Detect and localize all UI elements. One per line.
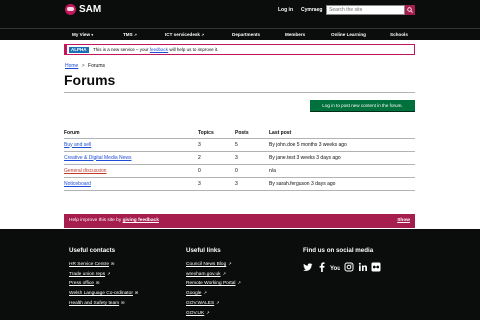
external-link-icon: ↗ (237, 280, 241, 286)
facebook-icon[interactable] (317, 262, 327, 272)
footer-contacts-title: Useful contacts (69, 247, 116, 254)
alpha-feedback-link[interactable]: feedback (150, 47, 168, 52)
table-row: Noticeboard 3 3 By sarah.ferguson 3 days… (64, 177, 415, 191)
table-row: General discussion 0 0 n/a (64, 164, 415, 178)
footer-links: Useful links Council News Blog ↗ wrexham.… (186, 247, 241, 318)
youtube-icon[interactable]: You (330, 262, 340, 272)
external-link-icon: ↗ (228, 261, 232, 266)
forum-link-noticeboard[interactable]: Noticeboard (64, 181, 91, 187)
col-last-post: Last post (269, 128, 415, 139)
alpha-tag: ALPHA (69, 47, 89, 53)
nav-item-ict-servicedesk[interactable]: ICT servicedesk ↗ (165, 32, 204, 37)
footer-link-google[interactable]: Google ↗ (186, 289, 241, 299)
breadcrumb: Home > Forums (65, 63, 105, 69)
topics-count: 3 (198, 177, 235, 191)
alpha-banner: ALPHA This is a new service – your feedb… (64, 44, 415, 55)
main-nav: My View ▾ TMS ↗ ICT servicedesk ↗ Depart… (0, 28, 480, 40)
nav-item-schools[interactable]: Schools (390, 32, 408, 37)
login-to-post-button[interactable]: Log in to post new content in the forum. (310, 100, 415, 111)
search-button[interactable] (405, 5, 415, 15)
topics-count: 0 (198, 164, 235, 178)
col-posts: Posts (235, 128, 269, 139)
nav-item-members[interactable]: Members (285, 32, 305, 37)
footer-link-wrexham[interactable]: wrexham.gov.uk ↗ (186, 270, 241, 280)
feedback-bar: Help improve this site by giving feedbac… (64, 214, 415, 228)
last-post: By jane.test 3 weeks 3 days ago (269, 151, 415, 165)
forum-table: Forum Topics Posts Last post Buy and sel… (64, 128, 415, 191)
flickr-icon[interactable] (371, 262, 381, 272)
footer-social-title: Find us on social media (303, 247, 374, 254)
forum-link-buy-and-sell[interactable]: Buy and sell (64, 142, 91, 148)
footer-link-welsh[interactable]: Welsh Language Co-ordinator ✉ (69, 289, 138, 299)
footer-links-title: Useful links (186, 247, 221, 254)
external-link-icon: ✉ (111, 261, 115, 266)
page-title: Forums (64, 72, 116, 88)
search-icon (407, 7, 413, 13)
email-icon: ✉ (134, 290, 139, 296)
footer: Useful contacts HR Service Centre ✉ Trade… (0, 229, 480, 320)
posts-count: 3 (235, 177, 269, 191)
login-link[interactable]: Log in (278, 7, 293, 13)
footer-link-health[interactable]: Health and Safety team ✉ (69, 299, 138, 309)
topics-count: 3 (198, 138, 235, 152)
footer-link-press[interactable]: Press office ✉ (69, 279, 138, 289)
site-logo-text[interactable]: SAM (79, 4, 101, 15)
email-icon: ✉ (95, 280, 100, 286)
external-link-icon: ↗ (222, 270, 226, 276)
email-icon: ✉ (121, 299, 125, 305)
cymraeg-link[interactable]: Cymraeg (301, 7, 322, 13)
linkedin-icon[interactable] (358, 262, 368, 272)
instagram-icon[interactable] (344, 262, 354, 272)
sam-logo-icon[interactable] (65, 4, 76, 15)
last-post: By john.doe 5 months 3 weeks ago (269, 138, 415, 152)
forum-link-creative-digital-media[interactable]: Creative & Digital Media News (64, 155, 132, 161)
footer-link-blog[interactable]: Council News Blog ↗ (186, 260, 241, 270)
svg-text:You: You (330, 266, 340, 272)
topics-count: 2 (198, 151, 235, 165)
breadcrumb-current: Forums (88, 63, 105, 69)
external-link-icon: ↗ (203, 290, 207, 296)
breadcrumb-home[interactable]: Home (65, 63, 78, 69)
external-link-icon: ↗ (107, 270, 111, 276)
nav-item-online-learning[interactable]: Online Learning (331, 32, 366, 37)
footer-link-hr[interactable]: HR Service Centre ✉ (69, 260, 138, 270)
nav-item-my-view[interactable]: My View ▾ (72, 32, 93, 37)
footer-contacts: Useful contacts HR Service Centre ✉ Trade… (69, 247, 138, 309)
table-row: Creative & Digital Media News 2 3 By jan… (64, 151, 415, 165)
top-header: SAM Log in Cymraeg (0, 0, 480, 28)
giving-feedback-link[interactable]: giving feedback (123, 218, 159, 223)
footer-link-gov-wales[interactable]: GOV.WALES ↗ (186, 299, 241, 309)
posts-count: 0 (235, 164, 269, 178)
footer-link-gov-uk[interactable]: GOV.UK ↗ (186, 309, 241, 319)
title-divider (64, 92, 415, 93)
nav-item-tms[interactable]: TMS ↗ (123, 32, 137, 37)
feedback-show-link[interactable]: Show (397, 218, 410, 223)
forum-link-general-discussion[interactable]: General discussion (64, 168, 107, 174)
search-input[interactable] (326, 5, 405, 15)
posts-count: 3 (235, 151, 269, 165)
external-link-icon: ↗ (216, 299, 220, 305)
last-post: n/a (269, 164, 415, 178)
footer-link-union[interactable]: Trade union reps ↗ (69, 270, 138, 280)
footer-link-remote[interactable]: Remote Working Portal ↗ (186, 279, 241, 289)
breadcrumb-separator: > (81, 63, 85, 69)
nav-item-departments[interactable]: Departments (232, 32, 260, 37)
col-topics: Topics (198, 128, 235, 139)
footer-social: Find us on social media (303, 247, 373, 260)
table-header-row: Forum Topics Posts Last post (64, 128, 415, 139)
twitter-icon[interactable] (303, 262, 313, 272)
posts-count: 5 (235, 138, 269, 152)
social-icons: You (303, 262, 383, 272)
feedback-text: Help improve this site by giving feedbac… (69, 218, 159, 223)
external-link-icon: ↗ (206, 309, 210, 315)
last-post: By sarah.ferguson 3 days ago (269, 177, 415, 191)
table-row: Buy and sell 3 5 By john.doe 5 months 3 … (64, 138, 415, 152)
col-forum: Forum (64, 128, 198, 139)
alpha-text: This is a new service – your feedback wi… (93, 47, 219, 52)
